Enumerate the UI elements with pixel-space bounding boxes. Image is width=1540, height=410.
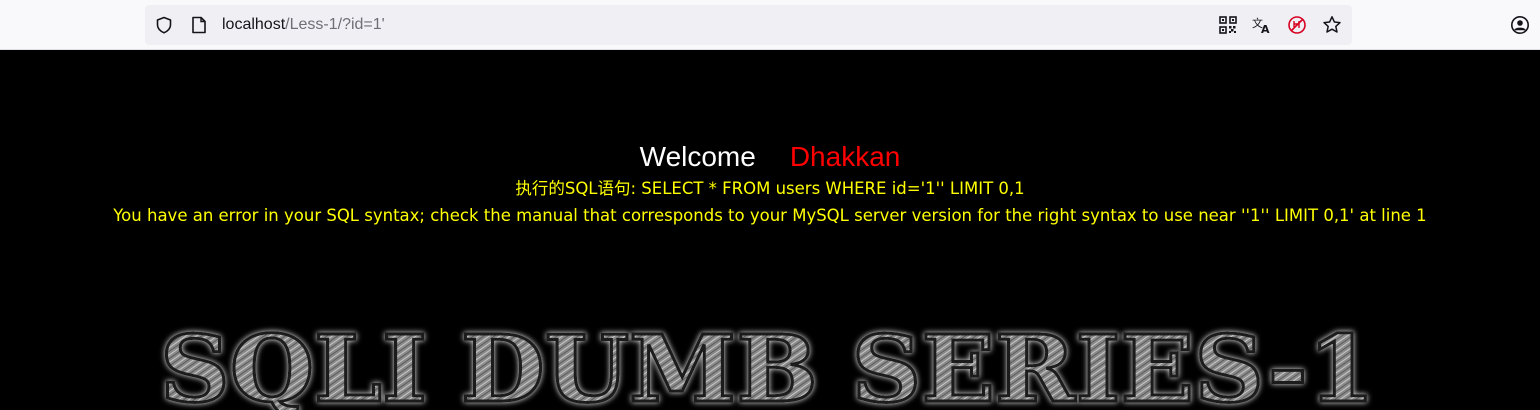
translate-icon[interactable]: 文 A (1252, 15, 1272, 35)
browser-toolbar: localhost/Less-1/?id=1' 文 A (0, 0, 1540, 50)
url-text[interactable]: localhost/Less-1/?id=1' (222, 14, 385, 36)
svg-text:A: A (1261, 23, 1270, 34)
url-path: /Less-1/?id=1' (285, 16, 385, 33)
sqli-dumb-series-logo: SQLI DUMB SERIES-1 (159, 314, 1377, 410)
page-info-icon[interactable] (189, 15, 209, 35)
page-content: Welcome Dhakkan 执行的SQL语句: SELECT * FROM u… (0, 51, 1540, 410)
logo-text: SQLI DUMB SERIES-1 (160, 315, 1375, 410)
sql-error-message: You have an error in your SQL syntax; ch… (113, 206, 1427, 225)
welcome-text: Welcome (639, 141, 756, 172)
address-bar[interactable]: localhost/Less-1/?id=1' 文 A (145, 5, 1352, 45)
sql-statement: 执行的SQL语句: SELECT * FROM users WHERE id='… (515, 179, 1025, 198)
qr-code-icon[interactable] (1218, 15, 1238, 35)
url-host: localhost (222, 16, 286, 33)
blocked-extension-icon[interactable] (1287, 15, 1307, 35)
tracking-shield-icon[interactable] (154, 15, 174, 35)
bookmark-star-icon[interactable] (1322, 15, 1342, 35)
welcome-line: Welcome Dhakkan (0, 141, 1540, 173)
username-text: Dhakkan (789, 141, 901, 172)
account-icon[interactable] (1510, 15, 1530, 35)
